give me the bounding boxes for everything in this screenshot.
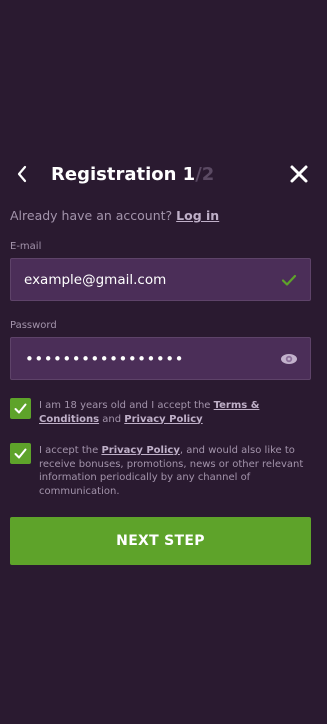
consent-age-text: I am 18 years old and I accept the Terms… xyxy=(39,399,309,426)
page-title: Registration 1/2 xyxy=(51,164,214,185)
close-icon xyxy=(290,165,308,183)
checkmark-icon xyxy=(14,403,27,414)
checkmark-icon xyxy=(14,448,27,459)
close-button[interactable] xyxy=(289,164,309,184)
consent-age-checkbox[interactable] xyxy=(10,398,31,419)
consent-age-text-middle: and xyxy=(102,413,122,425)
header: Registration 1/2 xyxy=(0,160,327,190)
login-prompt: Already have an account? Log in xyxy=(10,208,219,223)
title-text: Registration 1 xyxy=(51,164,196,185)
consent-marketing-text-before: I accept the xyxy=(39,445,99,456)
privacy-policy-link[interactable]: Privacy Policy xyxy=(124,414,202,425)
email-field-wrapper xyxy=(10,258,311,301)
step-total: /2 xyxy=(195,164,215,185)
eye-icon[interactable] xyxy=(280,351,298,367)
consent-marketing-checkbox[interactable] xyxy=(10,443,31,464)
login-prompt-text: Already have an account? xyxy=(10,208,173,223)
password-field[interactable]: ••••••••••••••••• xyxy=(10,337,311,380)
chevron-left-icon xyxy=(17,165,27,183)
checkmark-icon xyxy=(281,274,297,286)
back-button[interactable] xyxy=(12,162,32,186)
password-label: Password xyxy=(10,320,57,331)
consent-marketing: I accept the Privacy Policy, and would a… xyxy=(10,443,315,501)
privacy-policy-link[interactable]: Privacy Policy xyxy=(101,445,179,456)
consent-marketing-text: I accept the Privacy Policy, and would a… xyxy=(39,444,309,498)
password-masked-value: ••••••••••••••••• xyxy=(25,350,184,368)
email-label: E-mail xyxy=(10,241,42,252)
consent-age-terms: I am 18 years old and I accept the Terms… xyxy=(10,398,315,428)
consent-age-text-before: I am 18 years old and I accept the xyxy=(39,400,211,411)
login-link[interactable]: Log in xyxy=(176,208,219,223)
next-step-button[interactable]: NEXT STEP xyxy=(10,517,311,565)
email-field[interactable] xyxy=(11,259,271,300)
